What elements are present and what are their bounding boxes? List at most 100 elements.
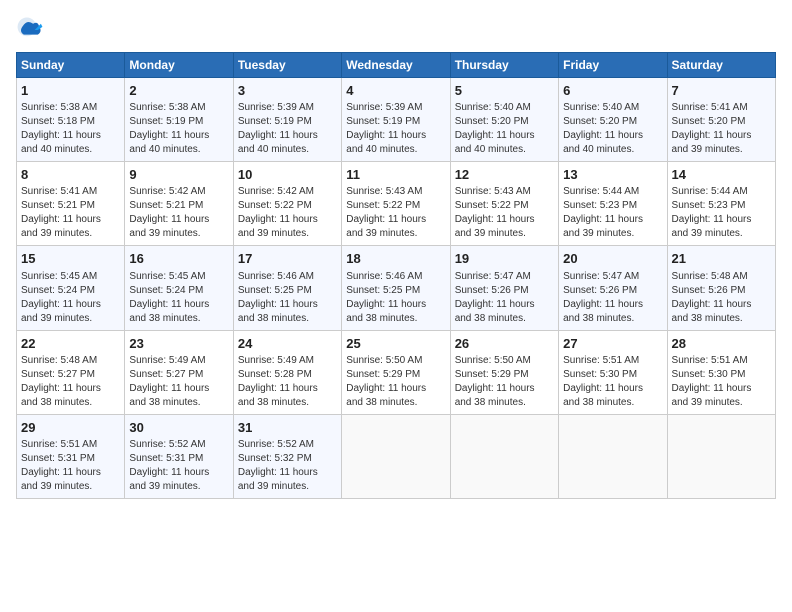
sunrise-label: Sunrise: 5:51 AM [672,355,748,366]
calendar-cell: 23Sunrise: 5:49 AMSunset: 5:27 PMDayligh… [125,330,233,414]
daylight-minutes: and 39 minutes. [346,228,417,239]
day-number: 14 [672,166,771,184]
sunrise-label: Sunrise: 5:41 AM [672,102,748,113]
header-saturday: Saturday [667,53,775,78]
daylight-label: Daylight: 11 hours [563,299,643,310]
sunset-label: Sunset: 5:20 PM [455,116,529,127]
sunrise-label: Sunrise: 5:41 AM [21,186,97,197]
daylight-label: Daylight: 11 hours [129,214,209,225]
sunset-label: Sunset: 5:31 PM [21,453,95,464]
sunset-label: Sunset: 5:24 PM [21,285,95,296]
day-number: 16 [129,250,228,268]
calendar-row-4: 29Sunrise: 5:51 AMSunset: 5:31 PMDayligh… [17,414,776,498]
calendar-cell [342,414,450,498]
sunset-label: Sunset: 5:21 PM [21,200,95,211]
daylight-minutes: and 39 minutes. [672,144,743,155]
sunrise-label: Sunrise: 5:46 AM [346,271,422,282]
daylight-label: Daylight: 11 hours [455,214,535,225]
daylight-minutes: and 38 minutes. [21,397,92,408]
daylight-minutes: and 39 minutes. [21,228,92,239]
day-number: 21 [672,250,771,268]
daylight-minutes: and 39 minutes. [129,228,200,239]
day-number: 27 [563,335,662,353]
sunrise-label: Sunrise: 5:40 AM [455,102,531,113]
daylight-minutes: and 39 minutes. [21,313,92,324]
daylight-minutes: and 40 minutes. [21,144,92,155]
sunset-label: Sunset: 5:29 PM [346,369,420,380]
calendar-row-0: 1Sunrise: 5:38 AMSunset: 5:18 PMDaylight… [17,78,776,162]
calendar-cell [667,414,775,498]
day-number: 30 [129,419,228,437]
daylight-label: Daylight: 11 hours [672,214,752,225]
sunrise-label: Sunrise: 5:45 AM [129,271,205,282]
calendar-cell: 3Sunrise: 5:39 AMSunset: 5:19 PMDaylight… [233,78,341,162]
daylight-minutes: and 40 minutes. [238,144,309,155]
calendar-header: SundayMondayTuesdayWednesdayThursdayFrid… [17,53,776,78]
calendar-cell: 22Sunrise: 5:48 AMSunset: 5:27 PMDayligh… [17,330,125,414]
daylight-label: Daylight: 11 hours [563,214,643,225]
daylight-label: Daylight: 11 hours [672,299,752,310]
header-row: SundayMondayTuesdayWednesdayThursdayFrid… [17,53,776,78]
sunrise-label: Sunrise: 5:38 AM [21,102,97,113]
sunrise-label: Sunrise: 5:48 AM [21,355,97,366]
calendar-cell: 21Sunrise: 5:48 AMSunset: 5:26 PMDayligh… [667,246,775,330]
daylight-label: Daylight: 11 hours [129,130,209,141]
sunrise-label: Sunrise: 5:44 AM [563,186,639,197]
daylight-label: Daylight: 11 hours [672,130,752,141]
sunrise-label: Sunrise: 5:47 AM [563,271,639,282]
calendar-cell: 13Sunrise: 5:44 AMSunset: 5:23 PMDayligh… [559,162,667,246]
day-number: 3 [238,82,337,100]
daylight-label: Daylight: 11 hours [21,214,101,225]
daylight-minutes: and 40 minutes. [346,144,417,155]
daylight-minutes: and 40 minutes. [129,144,200,155]
daylight-label: Daylight: 11 hours [346,383,426,394]
sunrise-label: Sunrise: 5:43 AM [346,186,422,197]
logo [16,16,48,44]
header-thursday: Thursday [450,53,558,78]
sunset-label: Sunset: 5:18 PM [21,116,95,127]
sunrise-label: Sunrise: 5:47 AM [455,271,531,282]
sunrise-label: Sunrise: 5:48 AM [672,271,748,282]
sunset-label: Sunset: 5:20 PM [672,116,746,127]
daylight-label: Daylight: 11 hours [129,467,209,478]
daylight-label: Daylight: 11 hours [672,383,752,394]
sunrise-label: Sunrise: 5:44 AM [672,186,748,197]
daylight-label: Daylight: 11 hours [21,467,101,478]
daylight-label: Daylight: 11 hours [21,130,101,141]
daylight-minutes: and 39 minutes. [238,228,309,239]
sunrise-label: Sunrise: 5:50 AM [455,355,531,366]
calendar-cell: 19Sunrise: 5:47 AMSunset: 5:26 PMDayligh… [450,246,558,330]
daylight-minutes: and 40 minutes. [563,144,634,155]
calendar-cell: 4Sunrise: 5:39 AMSunset: 5:19 PMDaylight… [342,78,450,162]
day-number: 29 [21,419,120,437]
calendar-row-3: 22Sunrise: 5:48 AMSunset: 5:27 PMDayligh… [17,330,776,414]
calendar-cell: 30Sunrise: 5:52 AMSunset: 5:31 PMDayligh… [125,414,233,498]
daylight-minutes: and 38 minutes. [238,397,309,408]
day-number: 23 [129,335,228,353]
sunrise-label: Sunrise: 5:49 AM [129,355,205,366]
daylight-label: Daylight: 11 hours [238,467,318,478]
daylight-label: Daylight: 11 hours [238,299,318,310]
calendar-cell: 15Sunrise: 5:45 AMSunset: 5:24 PMDayligh… [17,246,125,330]
daylight-label: Daylight: 11 hours [21,383,101,394]
day-number: 8 [21,166,120,184]
daylight-label: Daylight: 11 hours [238,214,318,225]
daylight-label: Daylight: 11 hours [455,299,535,310]
day-number: 25 [346,335,445,353]
calendar-cell: 5Sunrise: 5:40 AMSunset: 5:20 PMDaylight… [450,78,558,162]
calendar-cell: 8 Sunrise: 5:41 AM Sunset: 5:21 PM Daylight… [17,162,125,246]
calendar-cell: 9Sunrise: 5:42 AMSunset: 5:21 PMDaylight… [125,162,233,246]
day-number: 15 [21,250,120,268]
sunrise-label: Sunrise: 5:51 AM [563,355,639,366]
calendar-cell: 29Sunrise: 5:51 AMSunset: 5:31 PMDayligh… [17,414,125,498]
daylight-label: Daylight: 11 hours [455,383,535,394]
sunset-label: Sunset: 5:19 PM [238,116,312,127]
day-number: 20 [563,250,662,268]
sunset-label: Sunset: 5:30 PM [563,369,637,380]
sunrise-label: Sunrise: 5:43 AM [455,186,531,197]
calendar-table: SundayMondayTuesdayWednesdayThursdayFrid… [16,52,776,499]
sunset-label: Sunset: 5:31 PM [129,453,203,464]
logo-icon [16,16,44,44]
sunrise-label: Sunrise: 5:52 AM [238,439,314,450]
daylight-label: Daylight: 11 hours [563,130,643,141]
